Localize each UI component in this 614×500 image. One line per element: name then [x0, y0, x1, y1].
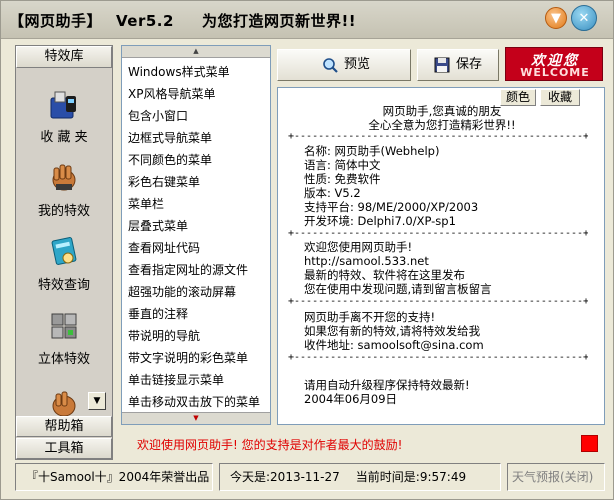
app-slogan: 为您打造网页新世界!!: [201, 12, 357, 30]
chevron-down-icon: ▼: [93, 396, 101, 406]
welcome-banner: 欢迎您 WELCOME: [505, 47, 603, 81]
date-time-cell: 今天是:2013-11-27 当前时间是:9:57:49: [219, 463, 501, 491]
list-item[interactable]: 单击链接显示菜单: [128, 369, 268, 391]
app-name: 【网页助手】: [9, 12, 103, 30]
sidebar-item-my-effects[interactable]: 我的特效: [16, 160, 112, 234]
footer-date: 2004年06月09日: [304, 392, 398, 406]
info-line: 名称: 网页助手(Webhelp): [304, 144, 440, 158]
support-line: 如果您有新的特效,请将特效发给我: [304, 324, 481, 338]
info-line: 版本: V5.2: [304, 186, 361, 200]
welcome-line: 欢迎您使用网页助手!: [304, 240, 413, 254]
separator-line: +---------------------------------------…: [288, 296, 588, 307]
list-item[interactable]: XP风格导航菜单: [128, 83, 268, 105]
app-window: 【网页助手】 Ver5.2 为您打造网页新世界!! ▼ ✕ 特效库 收 藏 夹: [0, 0, 614, 500]
intro-line: 网页助手,您真诚的朋友: [382, 104, 502, 118]
close-button[interactable]: ✕: [571, 5, 597, 31]
sidebar-item-effect-search[interactable]: 特效查询: [16, 234, 112, 308]
list-item[interactable]: 不同颜色的菜单: [128, 149, 268, 171]
chevron-up-icon: ▲: [193, 47, 199, 55]
welcome-message: 欢迎使用网页助手! 您的支持是对作者最大的鼓励!: [137, 438, 403, 452]
today-value: 2013-11-27: [270, 470, 340, 484]
list-item[interactable]: 包含小窗口: [128, 105, 268, 127]
support-line: 网页助手离不开您的支持!: [304, 310, 436, 324]
close-icon: ✕: [578, 11, 590, 26]
list-item[interactable]: 超强功能的滚动屏幕: [128, 281, 268, 303]
sidebar-scroll-down-button[interactable]: ▼: [88, 392, 106, 410]
sidebar-item-label: 特效查询: [37, 278, 90, 293]
window-title: 【网页助手】 Ver5.2 为您打造网页新世界!!: [9, 10, 356, 31]
info-line: 性质: 免费软件: [304, 172, 381, 186]
sidebar-header-effects-library[interactable]: 特效库: [16, 46, 112, 68]
list-item[interactable]: 彩色右键菜单: [128, 171, 268, 193]
list-item[interactable]: Windows样式菜单: [128, 61, 268, 83]
info-panel[interactable]: 颜色 收藏 网页助手,您真诚的朋友 全心全意为您打造精彩世界!! +------…: [277, 87, 605, 425]
status-bar: 『十Samool十』2004年荣誉出品 今天是:2013-11-27 当前时间是:…: [15, 463, 605, 493]
today-label: 今天是:: [230, 470, 271, 484]
website-link[interactable]: http://samool.533.net: [278, 254, 604, 268]
red-indicator[interactable]: [581, 435, 598, 452]
time-value: 9:57:49: [419, 470, 467, 484]
sidebar-item-label: 我的特效: [37, 204, 90, 219]
welcome-line: 最新的特效、软件将在这里发布: [304, 268, 465, 282]
minimize-button[interactable]: ▼: [545, 7, 567, 29]
time-label: 当前时间是:: [355, 470, 420, 484]
copyright-cell: 『十Samool十』2004年荣誉出品: [15, 463, 213, 491]
list-item[interactable]: 带说明的导航: [128, 325, 268, 347]
list-item[interactable]: 单击移动双击放下的菜单: [128, 391, 268, 413]
hand-open-icon: [52, 164, 76, 191]
app-version: Ver5.2: [116, 12, 174, 30]
intro-line: 全心全意为您打造精彩世界!!: [368, 118, 516, 132]
banner-subtext: WELCOME: [520, 66, 590, 79]
list-item[interactable]: 查看指定网址的源文件: [128, 259, 268, 281]
footer-line: 请用自动升级程序保持特效最新!: [304, 378, 470, 392]
list-item[interactable]: 查看网址代码: [128, 237, 268, 259]
chevron-down-icon: ▼: [551, 11, 561, 26]
floppy-disk-icon: [434, 57, 450, 73]
info-line: 开发环境: Delphi7.0/XP-sp1: [304, 214, 456, 228]
sidebar-items: 收 藏 夹 我的特效 特效查询 立体特效: [16, 68, 112, 418]
sidebar-item-favorites[interactable]: 收 藏 夹: [16, 86, 112, 160]
list-item[interactable]: 带文字说明的彩色菜单: [128, 347, 268, 369]
separator-line: +---------------------------------------…: [288, 352, 588, 363]
magnifier-icon: [323, 58, 338, 73]
list-scroll-up-button[interactable]: ▲: [122, 46, 270, 58]
separator-line: +---------------------------------------…: [288, 131, 588, 142]
message-bar: 欢迎使用网页助手! 您的支持是对作者最大的鼓励!: [121, 431, 605, 457]
preview-button[interactable]: 预览: [277, 49, 411, 81]
welcome-line: 您在使用中发现问题,请到留言板留言: [304, 282, 492, 296]
effect-list[interactable]: ▲ Windows样式菜单 XP风格导航菜单 包含小窗口 边框式导航菜单 不同颜…: [121, 45, 271, 425]
book-search-icon: [51, 237, 77, 265]
list-item[interactable]: 菜单栏: [128, 193, 268, 215]
hand-partial-icon: [52, 391, 76, 416]
list-scroll-down-button[interactable]: ▼: [122, 412, 270, 424]
effects-sidebar: 特效库 收 藏 夹 我的特效 特效查询 立体特效 ▼ 帮助箱 工具箱: [15, 45, 113, 460]
save-button[interactable]: 保存: [417, 49, 499, 81]
info-line: 语言: 简体中文: [304, 158, 381, 172]
save-label: 保存: [456, 57, 483, 72]
phone-book-icon: [50, 91, 76, 119]
separator-line: +---------------------------------------…: [288, 228, 588, 239]
info-line: 支持平台: 98/ME/2000/XP/2003: [304, 200, 479, 214]
chevron-down-icon: ▼: [193, 414, 199, 422]
sidebar-item-label: 立体特效: [37, 352, 90, 367]
sidebar-item-label: 收 藏 夹: [40, 130, 88, 145]
preview-label: 预览: [344, 57, 371, 72]
list-item[interactable]: 层叠式菜单: [128, 215, 268, 237]
help-box-button[interactable]: 帮助箱: [16, 416, 112, 437]
list-item[interactable]: 边框式导航菜单: [128, 127, 268, 149]
title-bar[interactable]: 【网页助手】 Ver5.2 为您打造网页新世界!! ▼ ✕: [1, 1, 613, 39]
sidebar-item-3d-effects[interactable]: 立体特效: [16, 308, 112, 382]
cubes-icon: [51, 313, 77, 339]
toolbox-button[interactable]: 工具箱: [16, 438, 112, 459]
weather-forecast-toggle[interactable]: 天气预报(关闭): [507, 463, 605, 491]
email-line[interactable]: 收件地址: samoolsoft@sina.com: [278, 338, 604, 352]
list-item[interactable]: 垂直的注释: [128, 303, 268, 325]
